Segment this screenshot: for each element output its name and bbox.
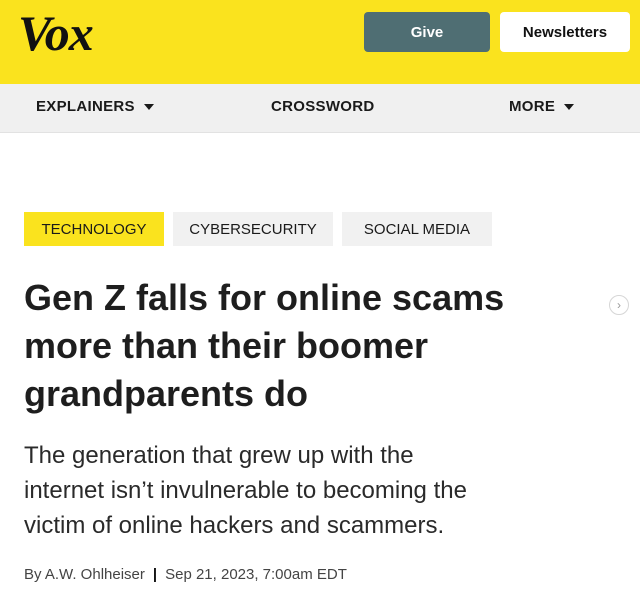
tag-social-media[interactable]: SOCIAL MEDIA xyxy=(342,212,492,246)
article-headline: Gen Z falls for online scams more than t… xyxy=(24,274,604,418)
vox-logo[interactable]: Vox xyxy=(18,4,94,62)
nav-crossword-label: CROSSWORD xyxy=(271,98,375,115)
site-header: Vox Give Newsletters xyxy=(0,0,640,84)
newsletters-button[interactable]: Newsletters xyxy=(500,12,630,52)
headline-line: more than their boomer xyxy=(24,325,429,366)
headline-line: Gen Z falls for online scams xyxy=(24,277,505,318)
dek-line: The generation that grew up with the xyxy=(24,442,414,469)
nav-more-label: MORE xyxy=(509,98,556,115)
chevron-down-icon xyxy=(564,103,575,110)
nav-explainers[interactable]: EXPLAINERS xyxy=(36,98,154,115)
nav-more[interactable]: MORE xyxy=(509,98,575,115)
chevron-down-icon xyxy=(143,103,154,110)
headline-line: grandparents do xyxy=(24,373,309,414)
main-nav: EXPLAINERS CROSSWORD MORE xyxy=(0,84,640,133)
byline-separator: | xyxy=(152,566,158,583)
nav-crossword[interactable]: CROSSWORD xyxy=(271,98,375,115)
chevron-right-icon[interactable]: › xyxy=(609,295,629,315)
give-button[interactable]: Give xyxy=(364,12,490,52)
tag-technology[interactable]: TECHNOLOGY xyxy=(24,212,164,246)
author-link[interactable]: By A.W. Ohlheiser xyxy=(24,566,145,583)
dek-line: victim of online hackers and scammers. xyxy=(24,512,445,539)
article-dek: The generation that grew up with the int… xyxy=(24,438,624,543)
publish-date: Sep 21, 2023, 7:00am EDT xyxy=(165,566,347,583)
nav-explainers-label: EXPLAINERS xyxy=(36,98,135,115)
byline: By A.W. Ohlheiser | Sep 21, 2023, 7:00am… xyxy=(24,566,347,583)
dek-line: internet isn’t invulnerable to becoming … xyxy=(24,477,467,504)
tag-cybersecurity[interactable]: CYBERSECURITY xyxy=(173,212,333,246)
